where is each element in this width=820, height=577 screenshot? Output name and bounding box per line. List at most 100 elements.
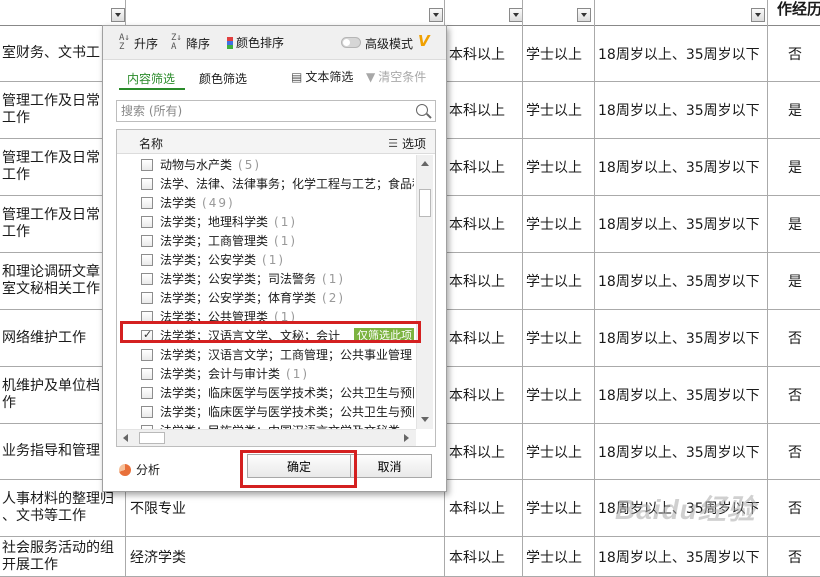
sort-ascending-button[interactable]: A↓ Z 升序 [119, 34, 158, 52]
table-cell[interactable]: 学士以上 [526, 367, 592, 423]
table-cell[interactable]: 本科以上 [449, 367, 521, 423]
table-cell[interactable]: 否 [770, 424, 820, 479]
filter-list-item[interactable]: 法学类；公安学类；体育学类 (2) [117, 288, 414, 307]
filter-list-item[interactable]: 法学类；临床医学与医学技术类；公共卫生与预防 [117, 402, 414, 421]
table-cell[interactable]: 否 [770, 26, 820, 81]
filter-list-item[interactable]: 法学类；会计与审计类 (1) [117, 364, 414, 383]
filter-dropdown-button-col-a[interactable] [111, 8, 125, 22]
table-cell[interactable]: 18周岁以上、35周岁以下 [598, 310, 768, 366]
table-cell[interactable]: 学士以上 [526, 424, 592, 479]
tab-color-filter[interactable]: 颜色筛选 [199, 70, 247, 87]
table-cell[interactable]: 18周岁以上、35周岁以下 [598, 424, 768, 479]
filter-item-label: 法学类；汉语言文学、文秘；会计 [160, 329, 341, 343]
filter-list-item[interactable]: 法学类；公安学类 (1) [117, 250, 414, 269]
table-cell[interactable]: 本科以上 [449, 480, 521, 536]
table-cell[interactable]: 本科以上 [449, 424, 521, 479]
table-cell[interactable]: 本科以上 [449, 26, 521, 81]
table-cell[interactable]: 是 [770, 139, 820, 195]
table-cell[interactable]: 本科以上 [449, 82, 521, 138]
table-cell[interactable]: 是 [770, 253, 820, 309]
filter-dropdown-button-col-f[interactable] [751, 8, 765, 22]
table-cell[interactable]: 学士以上 [526, 196, 592, 252]
filter-item-checkbox[interactable] [141, 367, 153, 380]
table-cell[interactable]: 18周岁以上、35周岁以下 [598, 82, 768, 138]
filter-search-input[interactable] [116, 100, 436, 122]
only-filter-this-button[interactable]: 仅筛选此项 [354, 328, 414, 343]
table-cell[interactable]: 18周岁以上、35周岁以下 [598, 253, 768, 309]
filter-item-checkbox[interactable] [141, 177, 153, 190]
table-cell[interactable]: 18周岁以上、35周岁以下 [598, 537, 768, 576]
filter-dropdown-button-col-e[interactable] [577, 8, 591, 22]
filter-dropdown-button-col-d[interactable] [509, 8, 523, 22]
table-cell[interactable]: 18周岁以上、35周岁以下 [598, 196, 768, 252]
filter-item-checkbox[interactable] [141, 272, 153, 285]
filter-list-item[interactable]: 法学、法律、法律事务；化学工程与工艺；食品科 [117, 174, 414, 193]
advanced-mode-toggle[interactable] [341, 37, 361, 48]
clear-conditions-button[interactable]: ▼ 清空条件 [366, 68, 426, 85]
table-cell[interactable]: 本科以上 [449, 310, 521, 366]
filter-list-item[interactable]: 法学类 (49) [117, 193, 414, 212]
filter-list-item[interactable]: 法学类；汉语言文学；工商管理；公共事业管理 [117, 345, 414, 364]
table-cell[interactable]: 学士以上 [526, 82, 592, 138]
table-cell[interactable]: 学士以上 [526, 26, 592, 81]
table-cell[interactable]: 学士以上 [526, 480, 592, 536]
filter-list-item[interactable]: 法学类；公共管理类 (1) [117, 307, 414, 326]
table-cell[interactable]: 18周岁以上、35周岁以下 [598, 26, 768, 81]
filter-item-checkbox[interactable] [141, 328, 153, 342]
scroll-right-arrow-icon[interactable] [404, 434, 409, 442]
filter-item-checkbox[interactable] [141, 405, 153, 418]
table-cell[interactable]: 18周岁以上、35周岁以下 [598, 367, 768, 423]
text-filter-button[interactable]: ▤ 文本筛选 [291, 68, 353, 85]
table-cell[interactable]: 否 [770, 367, 820, 423]
horizontal-scrollbar[interactable] [117, 429, 416, 446]
filter-item-checkbox[interactable] [141, 196, 153, 209]
ok-button[interactable]: 确定 [247, 454, 351, 478]
table-cell[interactable]: 学士以上 [526, 139, 592, 195]
table-cell[interactable]: 本科以上 [449, 537, 521, 576]
table-cell[interactable]: 是 [770, 82, 820, 138]
table-cell[interactable]: 本科以上 [449, 139, 521, 195]
horizontal-scroll-thumb[interactable] [139, 432, 165, 444]
analyze-button[interactable]: 分析 [119, 461, 160, 478]
table-cell[interactable]: 本科以上 [449, 253, 521, 309]
filter-item-checkbox[interactable] [141, 158, 153, 171]
analyze-label: 分析 [136, 463, 161, 477]
list-options-button[interactable]: ☰ 选项 [388, 135, 426, 152]
filter-item-checkbox[interactable] [141, 234, 153, 247]
filter-item-checkbox[interactable] [141, 348, 153, 361]
scroll-down-arrow-icon[interactable] [421, 417, 429, 422]
table-cell[interactable]: 社会服务活动的组 开展工作 [2, 537, 124, 576]
table-cell[interactable]: 学士以上 [526, 537, 592, 576]
search-icon[interactable] [416, 104, 428, 116]
filter-list-item[interactable]: 法学类；工商管理类 (1) [117, 231, 414, 250]
filter-list-item[interactable]: 法学类；公安学类；司法警务 (1) [117, 269, 414, 288]
sort-descending-button[interactable]: Z↓ A 降序 [171, 34, 210, 52]
filter-list-item[interactable]: 法学类；汉语言文学、文秘；会计仅筛选此项 [117, 326, 414, 345]
filter-list-item[interactable]: 法学类；地理科学类 (1) [117, 212, 414, 231]
filter-list-item[interactable]: 动物与水产类 (5) [117, 155, 414, 174]
table-cell[interactable]: 是 [770, 196, 820, 252]
table-cell[interactable]: 学士以上 [526, 253, 592, 309]
color-sort-button[interactable]: 颜色排序 [227, 34, 284, 51]
filter-list-item[interactable]: 法学类；临床医学与医学技术类；公共卫生与预防 [117, 383, 414, 402]
vertical-scrollbar[interactable] [416, 155, 433, 429]
vertical-scroll-thumb[interactable] [419, 189, 431, 217]
table-cell[interactable]: 否 [770, 537, 820, 576]
table-cell[interactable]: 本科以上 [449, 196, 521, 252]
filter-list-item[interactable]: 法学类；民族学类；中国汉语言文学及文秘类 [117, 421, 414, 429]
tab-content-filter[interactable]: 内容筛选 [127, 70, 175, 87]
filter-item-checkbox[interactable] [141, 253, 153, 266]
scroll-up-arrow-icon[interactable] [421, 161, 429, 166]
cancel-button[interactable]: 取消 [347, 454, 432, 478]
filter-item-checkbox[interactable] [141, 386, 153, 399]
table-cell[interactable]: 否 [770, 310, 820, 366]
filter-dropdown-button-col-c[interactable] [429, 8, 443, 22]
table-cell[interactable]: 学士以上 [526, 310, 592, 366]
table-cell[interactable]: 18周岁以上、35周岁以下 [598, 139, 768, 195]
filter-item-checkbox[interactable] [141, 310, 153, 323]
table-cell[interactable]: 经济学类 [130, 537, 440, 576]
scroll-left-arrow-icon[interactable] [123, 434, 128, 442]
filter-panel: A↓ Z 升序 Z↓ A 降序 颜色排序 高级模式 V 内容筛选 颜色筛选 ▤ 文本… [102, 25, 447, 492]
filter-item-checkbox[interactable] [141, 291, 153, 304]
filter-item-checkbox[interactable] [141, 215, 153, 228]
